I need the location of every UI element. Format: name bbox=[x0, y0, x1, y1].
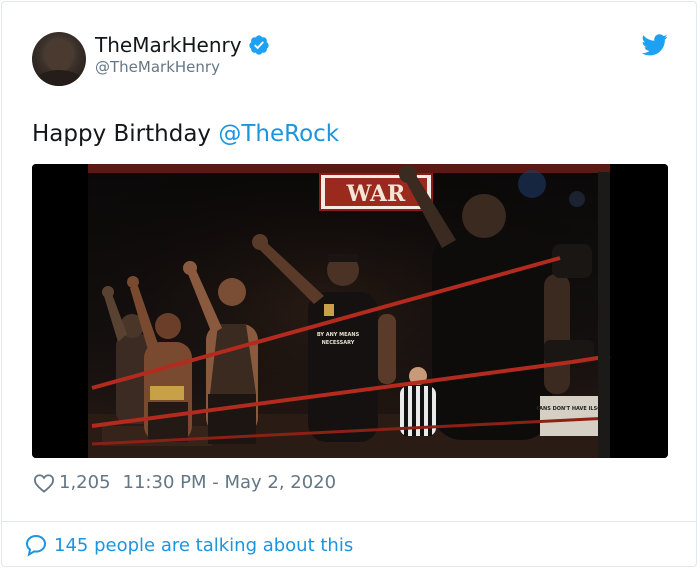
ring-post bbox=[598, 172, 610, 458]
banner-text: WAR bbox=[346, 181, 406, 207]
shirt-text-1: BY ANY MEANS bbox=[317, 332, 360, 338]
tweet-meta: 1,205 11:30 PM - May 2, 2020 bbox=[33, 472, 336, 493]
author-handle[interactable]: @TheMarkHenry bbox=[95, 58, 220, 76]
tweet-photo[interactable]: WAR BY ANY MEANS NECESSARY FANS DON'T HA… bbox=[32, 164, 668, 458]
avatar-face bbox=[46, 41, 72, 71]
fan-sign-text: FANS DON'T HAVE ILSON bbox=[536, 406, 605, 412]
tweet-text-prefix: Happy Birthday bbox=[32, 121, 219, 147]
verified-badge-icon bbox=[248, 35, 269, 55]
tweet-text: Happy Birthday @TheRock bbox=[32, 121, 339, 147]
speech-bubble-icon bbox=[25, 534, 47, 557]
conversation-link[interactable]: 145 people are talking about this bbox=[24, 533, 353, 557]
like-count[interactable]: 1,205 bbox=[59, 472, 111, 493]
tweet-timestamp[interactable]: 11:30 PM - May 2, 2020 bbox=[123, 472, 337, 493]
avatar-shoulders bbox=[36, 70, 82, 86]
conversation-text[interactable]: 145 people are talking about this bbox=[54, 535, 353, 556]
mention-link[interactable]: @TheRock bbox=[218, 121, 339, 147]
footer-divider bbox=[1, 521, 696, 522]
author-avatar[interactable] bbox=[32, 32, 86, 86]
author-display-name[interactable]: TheMarkHenry bbox=[95, 33, 242, 57]
author-name-row[interactable]: TheMarkHenry bbox=[95, 33, 270, 57]
wrestling-photo-illustration: WAR BY ANY MEANS NECESSARY FANS DON'T HA… bbox=[32, 164, 668, 458]
fan-sign bbox=[540, 396, 602, 436]
twitter-bird-icon[interactable] bbox=[642, 34, 668, 56]
shirt-text-2: NECESSARY bbox=[322, 340, 355, 346]
heart-icon[interactable] bbox=[33, 473, 55, 493]
